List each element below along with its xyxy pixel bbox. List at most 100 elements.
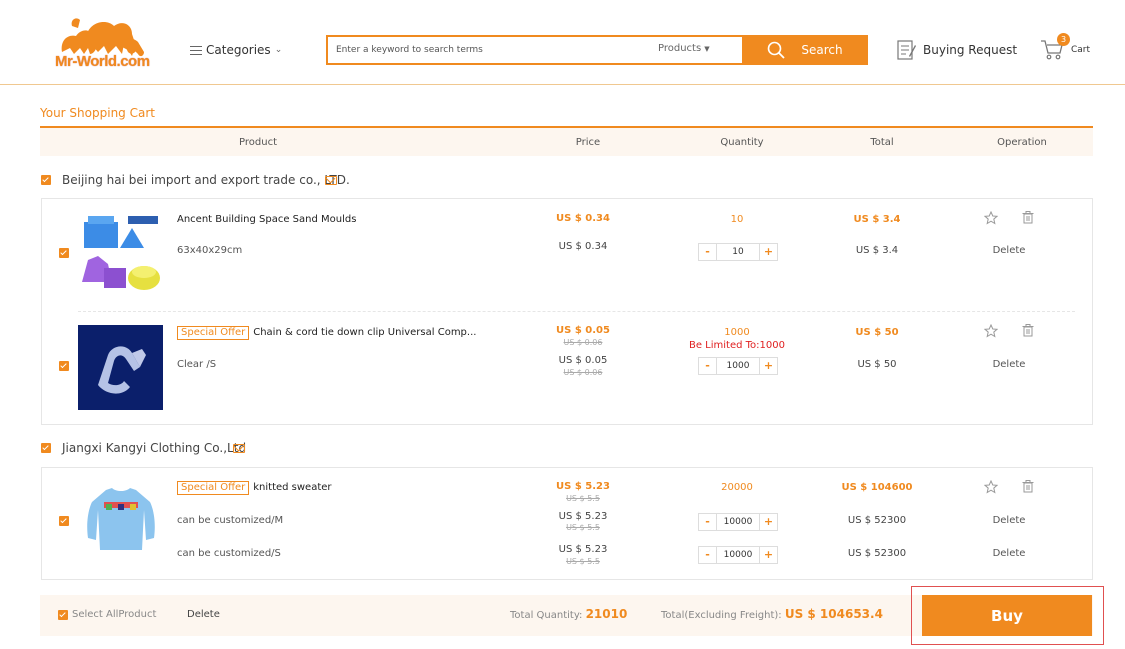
column-header-total: Total [870, 137, 894, 148]
clip-thumbnail[interactable] [78, 325, 163, 410]
delete-link[interactable]: Delete [979, 359, 1039, 370]
total-quantity-label: Total Quantity: [510, 610, 583, 621]
variant-old-price: US $ 5.5 [566, 523, 600, 532]
purchase-limit-notice: Be Limited To:1000 [688, 340, 785, 351]
delete-link[interactable]: Delete [979, 515, 1039, 526]
select-all-label[interactable]: Select AllProduct [72, 609, 156, 620]
sand-moulds-thumbnail[interactable] [78, 212, 164, 298]
trash-icon[interactable] [1022, 480, 1034, 493]
delete-link[interactable]: Delete [979, 548, 1039, 559]
quantity-input[interactable] [717, 547, 759, 563]
mail-icon[interactable] [233, 444, 245, 453]
seller-checkbox[interactable] [41, 175, 51, 185]
decrease-quantity-button[interactable]: - [699, 244, 717, 260]
cart-table-header: Product Price Quantity Total Operation [40, 126, 1093, 156]
unit-price: US $ 5.23 [556, 481, 610, 492]
chevron-down-icon: ⌄ [274, 45, 283, 55]
product-total-quantity: 20000 [721, 482, 753, 493]
select-all-checkbox[interactable] [58, 610, 68, 620]
variant-spec: can be customized/S [177, 548, 281, 559]
favorite-star-icon[interactable] [984, 480, 998, 494]
increase-quantity-button[interactable]: + [759, 514, 777, 530]
product-total-quantity: 10 [730, 214, 744, 225]
product-name[interactable]: Chain & cord tie down clip Universal Com… [253, 327, 476, 338]
total-quantity-summary: Total Quantity: 21010 [510, 607, 627, 621]
variant-total: US $ 52300 [847, 515, 907, 526]
seller-checkbox[interactable] [41, 443, 51, 453]
cart-title: Your Shopping Cart [40, 106, 155, 120]
variant-spec: Clear /S [177, 359, 217, 370]
delete-link[interactable]: Delete [979, 245, 1039, 256]
trash-icon[interactable] [1022, 324, 1034, 337]
quantity-input[interactable] [717, 358, 759, 374]
variant-total: US $ 3.4 [855, 245, 899, 256]
categories-label: Categories [206, 43, 271, 57]
logo-text[interactable]: Mr-World.com [55, 53, 150, 70]
site-header: Mr-World.com Categories ⌄ Products ▼ Sea… [0, 0, 1125, 85]
column-header-product: Product [239, 137, 277, 148]
quantity-input[interactable] [717, 244, 759, 260]
quantity-stepper: - + [698, 546, 778, 564]
special-offer-badge: Special Offer [177, 326, 250, 340]
quantity-input[interactable] [717, 514, 759, 530]
unit-price: US $ 0.34 [556, 213, 610, 224]
search-category-label: Products [658, 43, 702, 54]
categories-menu[interactable]: Categories ⌄ [190, 43, 282, 57]
variant-spec: can be customized/M [177, 515, 284, 526]
search-bar: Products ▼ Search [326, 35, 868, 65]
variant-price: US $ 0.34 [558, 241, 608, 252]
unit-price: US $ 0.05 [556, 325, 610, 336]
search-button-label: Search [801, 43, 843, 57]
increase-quantity-button[interactable]: + [759, 358, 777, 374]
request-form-icon [897, 40, 916, 60]
product-name[interactable]: knitted sweater [253, 482, 331, 493]
buying-request-link[interactable]: Buying Request [897, 39, 1017, 61]
buy-button[interactable]: Buy [922, 595, 1092, 636]
list-icon [190, 45, 202, 55]
product-total: US $ 3.4 [853, 214, 901, 225]
seller-name[interactable]: Beijing hai bei import and export trade … [62, 173, 350, 187]
mail-icon[interactable] [325, 176, 337, 185]
cart-count-badge: 3 [1057, 33, 1070, 46]
product-checkbox[interactable] [59, 361, 69, 371]
decrease-quantity-button[interactable]: - [699, 358, 717, 374]
favorite-star-icon[interactable] [984, 324, 998, 338]
quantity-stepper: - + [698, 243, 778, 261]
row-divider [78, 311, 1075, 312]
product-checkbox[interactable] [59, 248, 69, 258]
product-total: US $ 104600 [841, 482, 913, 493]
decrease-quantity-button[interactable]: - [699, 514, 717, 530]
caret-down-icon: ▼ [704, 44, 710, 53]
trash-icon[interactable] [1022, 211, 1034, 224]
column-header-operation: Operation [997, 137, 1047, 148]
footer-delete-link[interactable]: Delete [187, 609, 220, 620]
column-header-price: Price [575, 137, 601, 148]
special-offer-badge: Special Offer [177, 481, 250, 495]
search-category-select[interactable]: Products ▼ [658, 43, 710, 54]
column-header-quantity: Quantity [720, 137, 764, 148]
product-name-row: Special Offer Chain & cord tie down clip … [177, 326, 476, 340]
variant-price: US $ 0.05 [558, 355, 608, 366]
search-input[interactable] [336, 42, 636, 58]
decrease-quantity-button[interactable]: - [699, 547, 717, 563]
variant-total: US $ 50 [857, 359, 897, 370]
seller-name[interactable]: Jiangxi Kangyi Clothing Co.,Ltd [62, 441, 246, 455]
cart-label: Cart [1071, 45, 1091, 55]
quantity-stepper: - + [698, 357, 778, 375]
search-button[interactable]: Search [742, 35, 868, 65]
total-price-value: US $ 104653.4 [784, 607, 883, 621]
increase-quantity-button[interactable]: + [759, 244, 777, 260]
sweater-thumbnail[interactable] [82, 480, 160, 558]
favorite-star-icon[interactable] [984, 211, 998, 225]
variant-price: US $ 5.23 [558, 544, 608, 555]
product-name[interactable]: Ancent Building Space Sand Moulds [177, 214, 356, 225]
product-checkbox[interactable] [59, 516, 69, 526]
variant-old-price: US $ 0.06 [563, 368, 603, 377]
total-price-label: Total(Excluding Freight): [661, 610, 782, 621]
total-quantity-value: 21010 [585, 607, 628, 621]
buying-request-label: Buying Request [923, 43, 1018, 57]
variant-price: US $ 5.23 [558, 511, 608, 522]
cart-link[interactable]: 3 Cart [1040, 33, 1100, 63]
increase-quantity-button[interactable]: + [759, 547, 777, 563]
quantity-stepper: - + [698, 513, 778, 531]
